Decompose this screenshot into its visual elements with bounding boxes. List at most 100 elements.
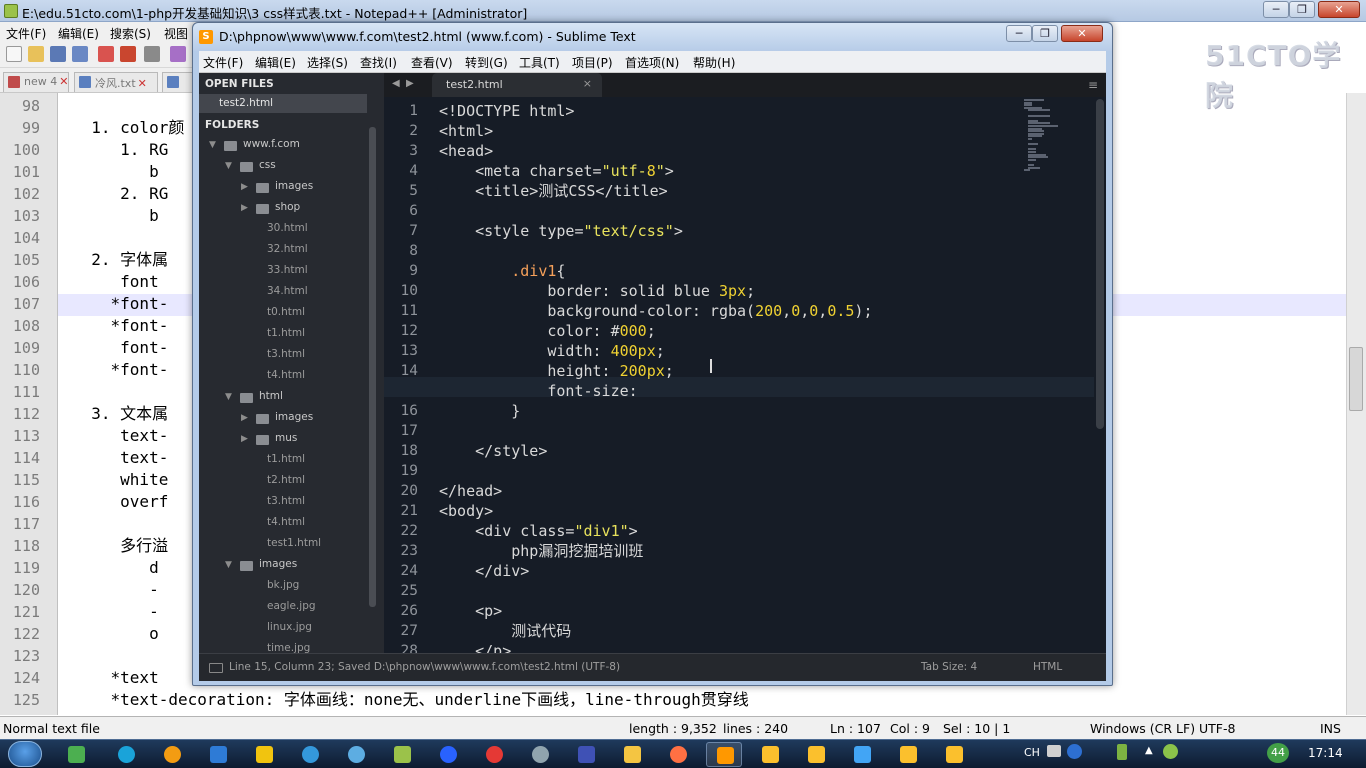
taskbar-app-16[interactable] bbox=[752, 742, 788, 767]
taskbar-app-2[interactable] bbox=[108, 742, 144, 767]
close-file-icon[interactable] bbox=[98, 46, 114, 62]
taskbar-app-1[interactable] bbox=[58, 742, 94, 767]
minimap[interactable] bbox=[1024, 97, 1084, 177]
menu-file[interactable]: 文件(F) bbox=[203, 54, 243, 71]
taskbar-app-4[interactable] bbox=[200, 742, 236, 767]
save-icon[interactable] bbox=[50, 46, 66, 62]
cut-icon[interactable] bbox=[170, 46, 186, 62]
save-all-icon[interactable] bbox=[72, 46, 88, 62]
open-file-item[interactable]: test2.html bbox=[199, 94, 367, 113]
menu-project[interactable]: 项目(P) bbox=[572, 54, 613, 71]
sidebar-file-item[interactable]: t4.html bbox=[267, 369, 305, 381]
sidebar-file-item[interactable]: t4.html bbox=[267, 516, 305, 528]
npp-menu-file[interactable]: 文件(F) bbox=[6, 25, 46, 42]
chevron-right-icon[interactable]: ▶ bbox=[241, 413, 248, 423]
taskbar-app-17[interactable] bbox=[798, 742, 834, 767]
sidebar-file-item[interactable]: t2.html bbox=[267, 474, 305, 486]
tray-expand-icon[interactable]: ▲ bbox=[1145, 745, 1153, 756]
sidebar-folder-item[interactable]: images bbox=[275, 411, 313, 423]
language-indicator[interactable]: CH bbox=[1024, 746, 1040, 759]
menu-goto[interactable]: 转到(G) bbox=[465, 54, 508, 71]
sidebar-file-item[interactable]: t3.html bbox=[267, 348, 305, 360]
menu-help[interactable]: 帮助(H) bbox=[693, 54, 735, 71]
npp-menu-search[interactable]: 搜索(S) bbox=[110, 25, 151, 42]
sidebar-folder-item[interactable]: shop bbox=[275, 201, 300, 213]
new-file-icon[interactable] bbox=[6, 46, 22, 62]
tab-menu-icon[interactable]: ≡ bbox=[1088, 78, 1098, 92]
sublime-close-button[interactable]: ✕ bbox=[1061, 25, 1103, 42]
sidebar-folder-item[interactable]: www.f.com bbox=[243, 138, 300, 150]
sidebar-file-item[interactable]: 30.html bbox=[267, 222, 308, 234]
tab-close-icon[interactable]: × bbox=[583, 77, 592, 90]
menu-edit[interactable]: 编辑(E) bbox=[255, 54, 296, 71]
sidebar-file-item[interactable]: t1.html bbox=[267, 453, 305, 465]
close-all-icon[interactable] bbox=[120, 46, 136, 62]
chevron-down-icon[interactable]: ▼ bbox=[209, 140, 216, 150]
taskbar-app-13[interactable] bbox=[614, 742, 650, 767]
tab-test2[interactable]: test2.html × bbox=[432, 73, 602, 97]
npp-maximize-button[interactable]: ❐ bbox=[1289, 1, 1315, 18]
sidebar-folder-item[interactable]: images bbox=[275, 180, 313, 192]
tab-close-icon[interactable]: ✕ bbox=[59, 75, 68, 88]
open-folder-icon[interactable] bbox=[28, 46, 44, 62]
npp-tab-lengfeng[interactable]: 冷风.txt ✕ bbox=[74, 72, 158, 92]
panel-toggle-icon[interactable] bbox=[209, 663, 223, 673]
status-syntax[interactable]: HTML bbox=[1033, 661, 1062, 673]
taskbar-sublime[interactable] bbox=[706, 742, 742, 767]
sublime-minimize-button[interactable]: ─ bbox=[1006, 25, 1032, 42]
sidebar-file-item[interactable]: t1.html bbox=[267, 327, 305, 339]
taskbar-app-10[interactable] bbox=[476, 742, 512, 767]
taskbar-app-19[interactable] bbox=[890, 742, 926, 767]
status-tab-size[interactable]: Tab Size: 4 bbox=[921, 661, 977, 673]
sidebar-folder-item[interactable]: mus bbox=[275, 432, 297, 444]
sidebar-file-item[interactable]: linux.jpg bbox=[267, 621, 312, 633]
npp-tab-new4[interactable]: new 4 ✕ bbox=[3, 72, 69, 92]
menu-view[interactable]: 查看(V) bbox=[411, 54, 453, 71]
menu-preferences[interactable]: 首选项(N) bbox=[625, 54, 679, 71]
sidebar-folder-item[interactable]: images bbox=[259, 558, 297, 570]
npp-tab-partial[interactable] bbox=[162, 72, 196, 92]
taskbar-app-8[interactable] bbox=[384, 742, 420, 767]
tab-next-icon[interactable]: ▶ bbox=[406, 78, 414, 89]
sidebar-folder-item[interactable]: css bbox=[259, 159, 276, 171]
menu-selection[interactable]: 选择(S) bbox=[307, 54, 348, 71]
npp-close-button[interactable]: ✕ bbox=[1318, 1, 1360, 18]
taskbar-app-18[interactable] bbox=[844, 742, 880, 767]
taskbar-app-7[interactable] bbox=[338, 742, 374, 767]
sidebar-file-item[interactable]: 33.html bbox=[267, 264, 308, 276]
chevron-right-icon[interactable]: ▶ bbox=[241, 203, 248, 213]
sidebar-file-item[interactable]: eagle.jpg bbox=[267, 600, 316, 612]
taskbar-app-12[interactable] bbox=[568, 742, 604, 767]
npp-menu-view[interactable]: 视图 bbox=[164, 25, 188, 42]
clock[interactable]: 17:14 bbox=[1308, 746, 1343, 760]
npp-scroll-thumb[interactable] bbox=[1349, 347, 1363, 411]
chevron-right-icon[interactable]: ▶ bbox=[241, 182, 248, 192]
menu-tools[interactable]: 工具(T) bbox=[519, 54, 560, 71]
npp-menu-edit[interactable]: 编辑(E) bbox=[58, 25, 99, 42]
keyboard-icon[interactable] bbox=[1047, 745, 1061, 757]
sidebar-file-item[interactable]: time.jpg bbox=[267, 642, 310, 653]
sidebar-file-item[interactable]: 34.html bbox=[267, 285, 308, 297]
editor-scrollbar[interactable] bbox=[1096, 99, 1104, 429]
tab-prev-icon[interactable]: ◀ bbox=[392, 78, 400, 89]
battery-icon[interactable] bbox=[1117, 744, 1127, 760]
sidebar-file-item[interactable]: t3.html bbox=[267, 495, 305, 507]
npp-minimize-button[interactable]: ─ bbox=[1263, 1, 1289, 18]
taskbar-app-11[interactable] bbox=[522, 742, 558, 767]
help-tray-icon[interactable] bbox=[1067, 744, 1082, 759]
chevron-down-icon[interactable]: ▼ bbox=[225, 560, 232, 570]
taskbar-app-20[interactable] bbox=[936, 742, 972, 767]
taskbar-app-14[interactable] bbox=[660, 742, 696, 767]
taskbar-app-3[interactable] bbox=[154, 742, 190, 767]
sidebar-folder-item[interactable]: html bbox=[259, 390, 283, 402]
start-button[interactable] bbox=[8, 741, 42, 767]
sidebar-scrollbar[interactable] bbox=[369, 127, 376, 607]
sidebar-file-item[interactable]: 32.html bbox=[267, 243, 308, 255]
taskbar-app-9[interactable] bbox=[430, 742, 466, 767]
sublime-maximize-button[interactable]: ❐ bbox=[1032, 25, 1058, 42]
sidebar-file-item[interactable]: bk.jpg bbox=[267, 579, 299, 591]
tab-close-icon[interactable]: ✕ bbox=[138, 77, 147, 90]
sidebar-file-item[interactable]: t0.html bbox=[267, 306, 305, 318]
menu-find[interactable]: 查找(I) bbox=[360, 54, 397, 71]
sidebar-file-item[interactable]: test1.html bbox=[267, 537, 321, 549]
